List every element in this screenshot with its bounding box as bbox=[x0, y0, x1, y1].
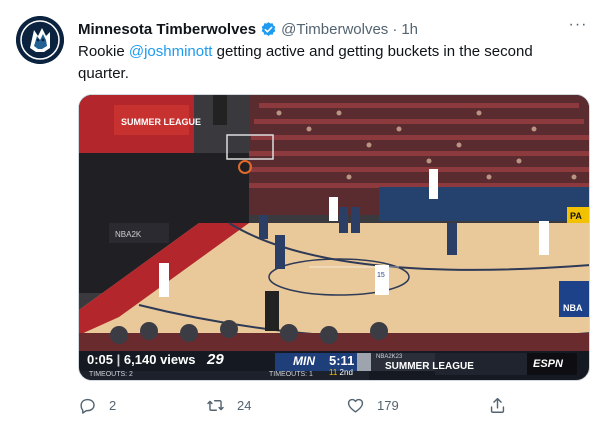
mention-link[interactable]: @joshminott bbox=[129, 43, 213, 60]
home-score: 29 bbox=[207, 351, 224, 368]
court-logo-text: NBA bbox=[563, 303, 583, 313]
tweet-text: Rookie @joshminott getting active and ge… bbox=[78, 41, 568, 85]
timberwolves-logo bbox=[16, 16, 64, 64]
tweet-timestamp[interactable]: 1h bbox=[401, 21, 418, 38]
reply-button[interactable]: 2 bbox=[78, 392, 116, 418]
reply-icon bbox=[80, 398, 95, 414]
player-number: 15 bbox=[377, 272, 385, 279]
author-name[interactable]: Minnesota Timberwolves bbox=[78, 21, 256, 38]
retweet-count: 24 bbox=[237, 397, 252, 413]
network-logo: ESPN bbox=[533, 358, 563, 370]
heart-icon bbox=[347, 398, 364, 413]
more-options-icon[interactable]: ··· bbox=[566, 16, 590, 36]
like-button[interactable]: 179 bbox=[346, 392, 399, 418]
share-icon bbox=[490, 397, 505, 413]
away-team: MIN bbox=[293, 354, 315, 368]
reply-count: 2 bbox=[109, 397, 117, 413]
side-ad-text: PA bbox=[570, 211, 582, 221]
period-info: 11 2nd bbox=[329, 368, 353, 377]
table-ad-text: NBA2K bbox=[115, 230, 142, 239]
separator-dot: · bbox=[392, 20, 398, 38]
video-player[interactable]: SUMMER LEAGUE PA NBA2K NBA 15 0:05 | 6,1… bbox=[78, 94, 590, 381]
avatar[interactable] bbox=[16, 16, 64, 64]
video-elapsed: 0:05 bbox=[87, 352, 114, 367]
tweet-text-start: Rookie bbox=[78, 43, 129, 60]
retweet-button[interactable]: 24 bbox=[206, 392, 251, 418]
game-clock: 5:11 bbox=[329, 353, 355, 368]
timeouts-left: TIMEOUTS: 2 bbox=[89, 371, 133, 378]
video-views: 6,140 views bbox=[123, 352, 196, 367]
tweet-actions: 2 24 179 bbox=[78, 392, 548, 418]
verified-badge-icon bbox=[261, 21, 276, 36]
timeouts-right: TIMEOUTS: 1 bbox=[269, 371, 313, 378]
video-frame: SUMMER LEAGUE PA NBA2K NBA 15 bbox=[79, 95, 589, 380]
retweet-icon bbox=[207, 399, 224, 411]
share-button[interactable] bbox=[488, 392, 519, 418]
tweet-header: Minnesota Timberwolves @Timberwolves · 1… bbox=[78, 19, 584, 39]
period: 2nd bbox=[339, 368, 353, 377]
brand-small: NBA2K23 bbox=[376, 354, 403, 360]
author-handle[interactable]: @Timberwolves bbox=[281, 21, 388, 38]
summer-league-brand: SUMMER LEAGUE bbox=[385, 361, 474, 372]
like-count: 179 bbox=[377, 397, 399, 413]
video-overlay-stats: 0:05 | 6,140 views bbox=[87, 352, 196, 367]
banner-text: SUMMER LEAGUE bbox=[121, 117, 201, 127]
shot-clock: 11 bbox=[329, 368, 338, 377]
